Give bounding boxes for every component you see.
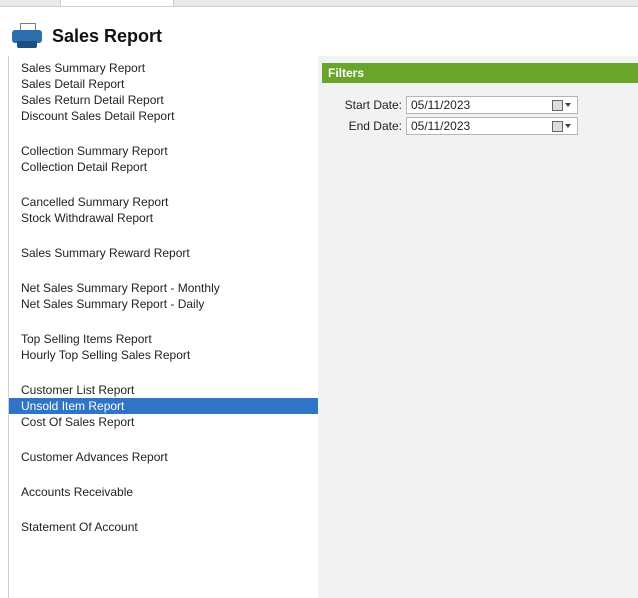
report-list-item[interactable]: Cost Of Sales Report bbox=[9, 414, 319, 430]
report-list-panel: Sales Summary Report Sales Detail Report S… bbox=[8, 56, 319, 598]
calendar-dropdown-icon[interactable] bbox=[552, 120, 571, 132]
start-date-label: Start Date: bbox=[344, 98, 402, 112]
filters-panel: Filters Start Date: 05/11/2023 End Date:… bbox=[318, 56, 638, 598]
start-date-input[interactable]: 05/11/2023 bbox=[406, 96, 578, 114]
end-date-input[interactable]: 05/11/2023 bbox=[406, 117, 578, 135]
active-tab[interactable] bbox=[60, 0, 174, 6]
report-list-item[interactable]: Top Selling Items Report bbox=[9, 331, 319, 347]
report-list-item[interactable]: Hourly Top Selling Sales Report bbox=[9, 347, 319, 363]
end-date-row: End Date: 05/11/2023 bbox=[318, 117, 578, 135]
report-list-item[interactable]: Customer List Report bbox=[9, 382, 319, 398]
report-list-item[interactable]: Net Sales Summary Report - Monthly bbox=[9, 280, 319, 296]
report-list-item[interactable]: Discount Sales Detail Report bbox=[9, 108, 319, 124]
tab-strip bbox=[0, 0, 638, 7]
calendar-dropdown-icon[interactable] bbox=[552, 99, 571, 111]
report-list-item[interactable]: Unsold Item Report bbox=[9, 398, 319, 414]
report-list-item[interactable]: Collection Detail Report bbox=[9, 159, 319, 175]
report-list-item[interactable]: Cancelled Summary Report bbox=[9, 194, 319, 210]
end-date-value: 05/11/2023 bbox=[411, 119, 471, 133]
report-list-item[interactable]: Stock Withdrawal Report bbox=[9, 210, 319, 226]
report-header: Sales Report bbox=[8, 18, 162, 54]
report-list-item[interactable]: Customer Advances Report bbox=[9, 449, 319, 465]
report-list-item[interactable]: Statement Of Account bbox=[9, 519, 319, 535]
report-list-item[interactable]: Net Sales Summary Report - Daily bbox=[9, 296, 319, 312]
report-list-item[interactable]: Collection Summary Report bbox=[9, 143, 319, 159]
report-list-item[interactable]: Sales Summary Reward Report bbox=[9, 245, 319, 261]
end-date-label: End Date: bbox=[348, 119, 402, 133]
printer-icon bbox=[12, 23, 42, 49]
report-list: Sales Summary Report Sales Detail Report S… bbox=[9, 56, 319, 535]
start-date-row: Start Date: 05/11/2023 bbox=[318, 96, 578, 114]
report-list-item[interactable]: Sales Summary Report bbox=[9, 60, 319, 76]
filters-header: Filters bbox=[322, 63, 638, 83]
report-list-item[interactable]: Accounts Receivable bbox=[9, 484, 319, 500]
page-title: Sales Report bbox=[52, 25, 163, 46]
start-date-value: 05/11/2023 bbox=[411, 98, 471, 112]
report-list-item[interactable]: Sales Return Detail Report bbox=[9, 92, 319, 108]
report-list-item[interactable]: Sales Detail Report bbox=[9, 76, 319, 92]
